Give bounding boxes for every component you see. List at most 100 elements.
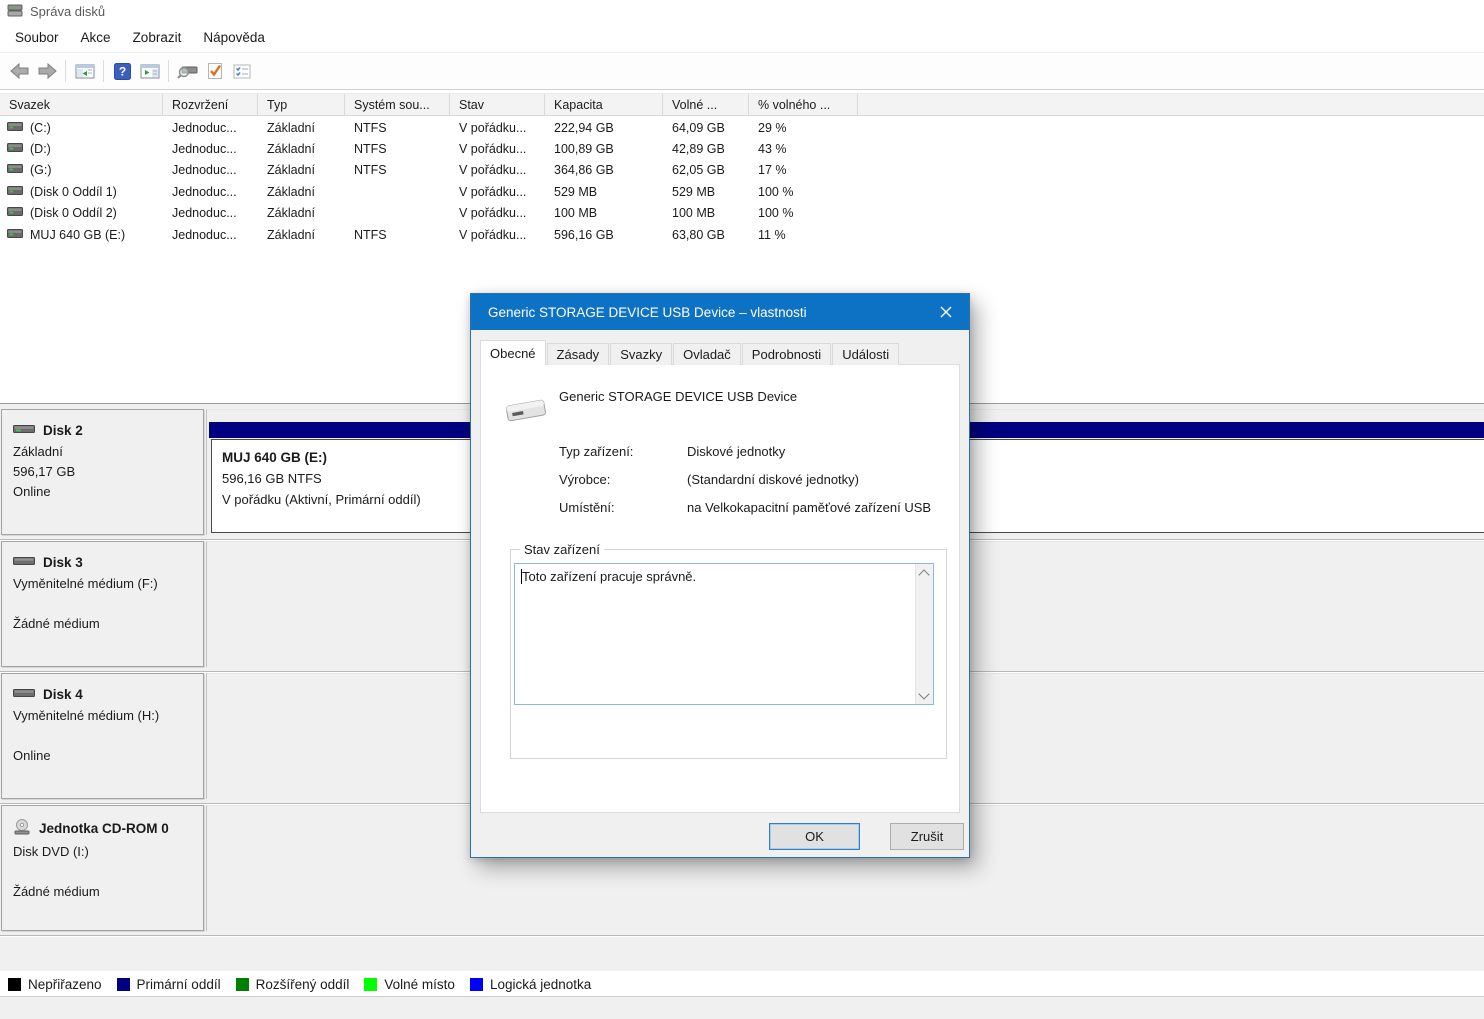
table-row[interactable]: (G:) Jednoduc... Základní NTFS V pořádku… bbox=[0, 160, 1484, 181]
toolbar-separator bbox=[65, 60, 66, 82]
svg-text:?: ? bbox=[119, 64, 126, 78]
column-header-svazek[interactable]: Svazek bbox=[0, 94, 163, 115]
field-value-manufacturer: (Standardní diskové jednotky) bbox=[687, 472, 859, 487]
disk-type: Vyměnitelné médium (F:) bbox=[13, 576, 158, 591]
volume-name: (Disk 0 Oddíl 2) bbox=[30, 206, 117, 221]
disk-icon bbox=[13, 423, 35, 438]
window-title: Správa disků bbox=[30, 3, 106, 19]
volume-icon bbox=[7, 228, 23, 242]
cell-volne: 64,09 GB bbox=[672, 120, 725, 135]
toolbar: ? bbox=[0, 52, 1484, 90]
cell-stav: V pořádku... bbox=[459, 120, 527, 135]
cell-pct: 100 % bbox=[758, 184, 794, 199]
cell-stav: V pořádku... bbox=[459, 142, 527, 157]
column-header-typ[interactable]: Typ bbox=[258, 94, 345, 115]
cdrom0-header[interactable]: Jednotka CD-ROM 0 Disk DVD (I:) Žádné mé… bbox=[1, 805, 204, 931]
column-header-filler bbox=[858, 94, 1484, 115]
disk4-header[interactable]: Disk 4 Vyměnitelné médium (H:) Online bbox=[1, 673, 204, 799]
table-row[interactable]: (Disk 0 Oddíl 2) Jednoduc... Základní V … bbox=[0, 203, 1484, 224]
legend-swatch-logical bbox=[469, 978, 483, 991]
status-bar bbox=[0, 996, 1484, 1019]
legend-label: Nepřiřazeno bbox=[28, 977, 102, 992]
tab-obecne[interactable]: Obecné bbox=[480, 340, 546, 365]
disk-type: Disk DVD (I:) bbox=[13, 844, 89, 859]
cell-pct: 17 % bbox=[758, 163, 787, 178]
device-status-textbox[interactable]: Toto zařízení pracuje správně. bbox=[514, 563, 934, 705]
menu-napoveda[interactable]: Nápověda bbox=[192, 25, 276, 50]
groupbox-title: Stav zařízení bbox=[520, 542, 604, 557]
app-icon bbox=[7, 3, 23, 20]
table-row[interactable]: (Disk 0 Oddíl 1) Jednoduc... Základní V … bbox=[0, 181, 1484, 202]
column-header-volne[interactable]: Volné ... bbox=[663, 94, 749, 115]
action-pane-icon[interactable] bbox=[136, 58, 163, 85]
tab-zasady[interactable]: Zásady bbox=[546, 343, 610, 365]
cell-rozvrzeni: Jednoduc... bbox=[172, 142, 237, 157]
disk-size bbox=[13, 594, 203, 614]
cell-system: NTFS bbox=[354, 227, 387, 242]
cell-volne: 100 MB bbox=[672, 206, 716, 221]
legend-item: Nepřiřazeno bbox=[8, 977, 102, 992]
cell-rozvrzeni: Jednoduc... bbox=[172, 163, 237, 178]
scrollbar[interactable] bbox=[915, 564, 933, 704]
menu-zobrazit[interactable]: Zobrazit bbox=[122, 25, 193, 50]
menu-bar: Soubor Akce Zobrazit Nápověda bbox=[0, 22, 1484, 52]
dialog-tabs: Obecné Zásady Svazky Ovladač Podrobnosti… bbox=[480, 340, 900, 365]
cell-rozvrzeni: Jednoduc... bbox=[172, 206, 237, 221]
help-icon[interactable]: ? bbox=[109, 58, 136, 85]
column-header-rozvrzeni[interactable]: Rozvržení bbox=[163, 94, 258, 115]
column-header-stav[interactable]: Stav bbox=[450, 94, 545, 115]
cell-volne: 42,89 GB bbox=[672, 142, 725, 157]
table-row[interactable]: (C:) Jednoduc... Základní NTFS V pořádku… bbox=[0, 117, 1484, 138]
disk-status: Žádné médium bbox=[13, 616, 100, 631]
dialog-titlebar[interactable]: Generic STORAGE DEVICE USB Device – vlas… bbox=[471, 294, 969, 330]
ok-button[interactable]: OK bbox=[769, 823, 860, 850]
scroll-down-icon[interactable] bbox=[916, 687, 932, 704]
table-row[interactable]: MUJ 640 GB (E:) Jednoduc... Základní NTF… bbox=[0, 224, 1484, 245]
menu-akce[interactable]: Akce bbox=[70, 25, 122, 50]
usb-drive-icon bbox=[503, 391, 549, 430]
field-value-device-type: Diskové jednotky bbox=[687, 444, 786, 459]
back-icon[interactable] bbox=[6, 58, 33, 85]
options-checklist-icon[interactable] bbox=[228, 58, 255, 85]
cell-typ: Základní bbox=[267, 142, 315, 157]
field-label-location: Umístění: bbox=[559, 500, 615, 515]
legend-label: Rozšířený oddíl bbox=[255, 977, 350, 992]
tab-udalosti[interactable]: Události bbox=[832, 343, 900, 365]
tab-ovladac[interactable]: Ovladač bbox=[673, 343, 741, 365]
disk-status: Online bbox=[13, 484, 51, 499]
cell-volne: 62,05 GB bbox=[672, 163, 725, 178]
menu-soubor[interactable]: Soubor bbox=[4, 25, 70, 50]
field-value-location: na Velkokapacitní paměťové zařízení USB bbox=[687, 500, 932, 515]
cell-volne: 63,80 GB bbox=[672, 227, 725, 242]
dialog-title: Generic STORAGE DEVICE USB Device – vlas… bbox=[488, 304, 807, 320]
table-row[interactable]: (D:) Jednoduc... Základní NTFS V pořádku… bbox=[0, 138, 1484, 159]
legend-item: Logická jednotka bbox=[469, 977, 591, 992]
disk2-header[interactable]: Disk 2 Základní 596,17 GB Online bbox=[1, 409, 204, 535]
cell-rozvrzeni: Jednoduc... bbox=[172, 120, 237, 135]
column-header-pct-volneho[interactable]: % volného ... bbox=[749, 94, 858, 115]
tab-podrobnosti[interactable]: Podrobnosti bbox=[741, 343, 832, 365]
toolbar-separator bbox=[103, 60, 104, 82]
legend-label: Volné místo bbox=[384, 977, 455, 992]
legend-item: Volné místo bbox=[364, 977, 455, 992]
disk-icon bbox=[13, 555, 35, 570]
column-header-system[interactable]: Systém sou... bbox=[345, 94, 450, 115]
device-status-groupbox: Stav zařízení Toto zařízení pracuje sprá… bbox=[510, 542, 947, 759]
disk-properties-icon[interactable] bbox=[174, 58, 201, 85]
console-tree-icon[interactable] bbox=[71, 58, 98, 85]
volume-icon bbox=[7, 121, 23, 135]
disk3-header[interactable]: Disk 3 Vyměnitelné médium (F:) Žádné méd… bbox=[1, 541, 204, 667]
forward-icon[interactable] bbox=[33, 58, 60, 85]
tab-svazky[interactable]: Svazky bbox=[610, 343, 673, 365]
check-document-icon[interactable] bbox=[201, 58, 228, 85]
close-icon[interactable] bbox=[923, 294, 969, 330]
column-header-kapacita[interactable]: Kapacita bbox=[545, 94, 663, 115]
disk-size bbox=[13, 726, 203, 746]
disk-type: Vyměnitelné médium (H:) bbox=[13, 708, 160, 723]
disk-icon bbox=[13, 687, 35, 702]
cell-pct: 100 % bbox=[758, 206, 794, 221]
scroll-up-icon[interactable] bbox=[916, 564, 932, 581]
cancel-button[interactable]: Zrušit bbox=[890, 823, 964, 850]
toolbar-separator bbox=[168, 60, 169, 82]
volume-name: (C:) bbox=[30, 120, 51, 135]
